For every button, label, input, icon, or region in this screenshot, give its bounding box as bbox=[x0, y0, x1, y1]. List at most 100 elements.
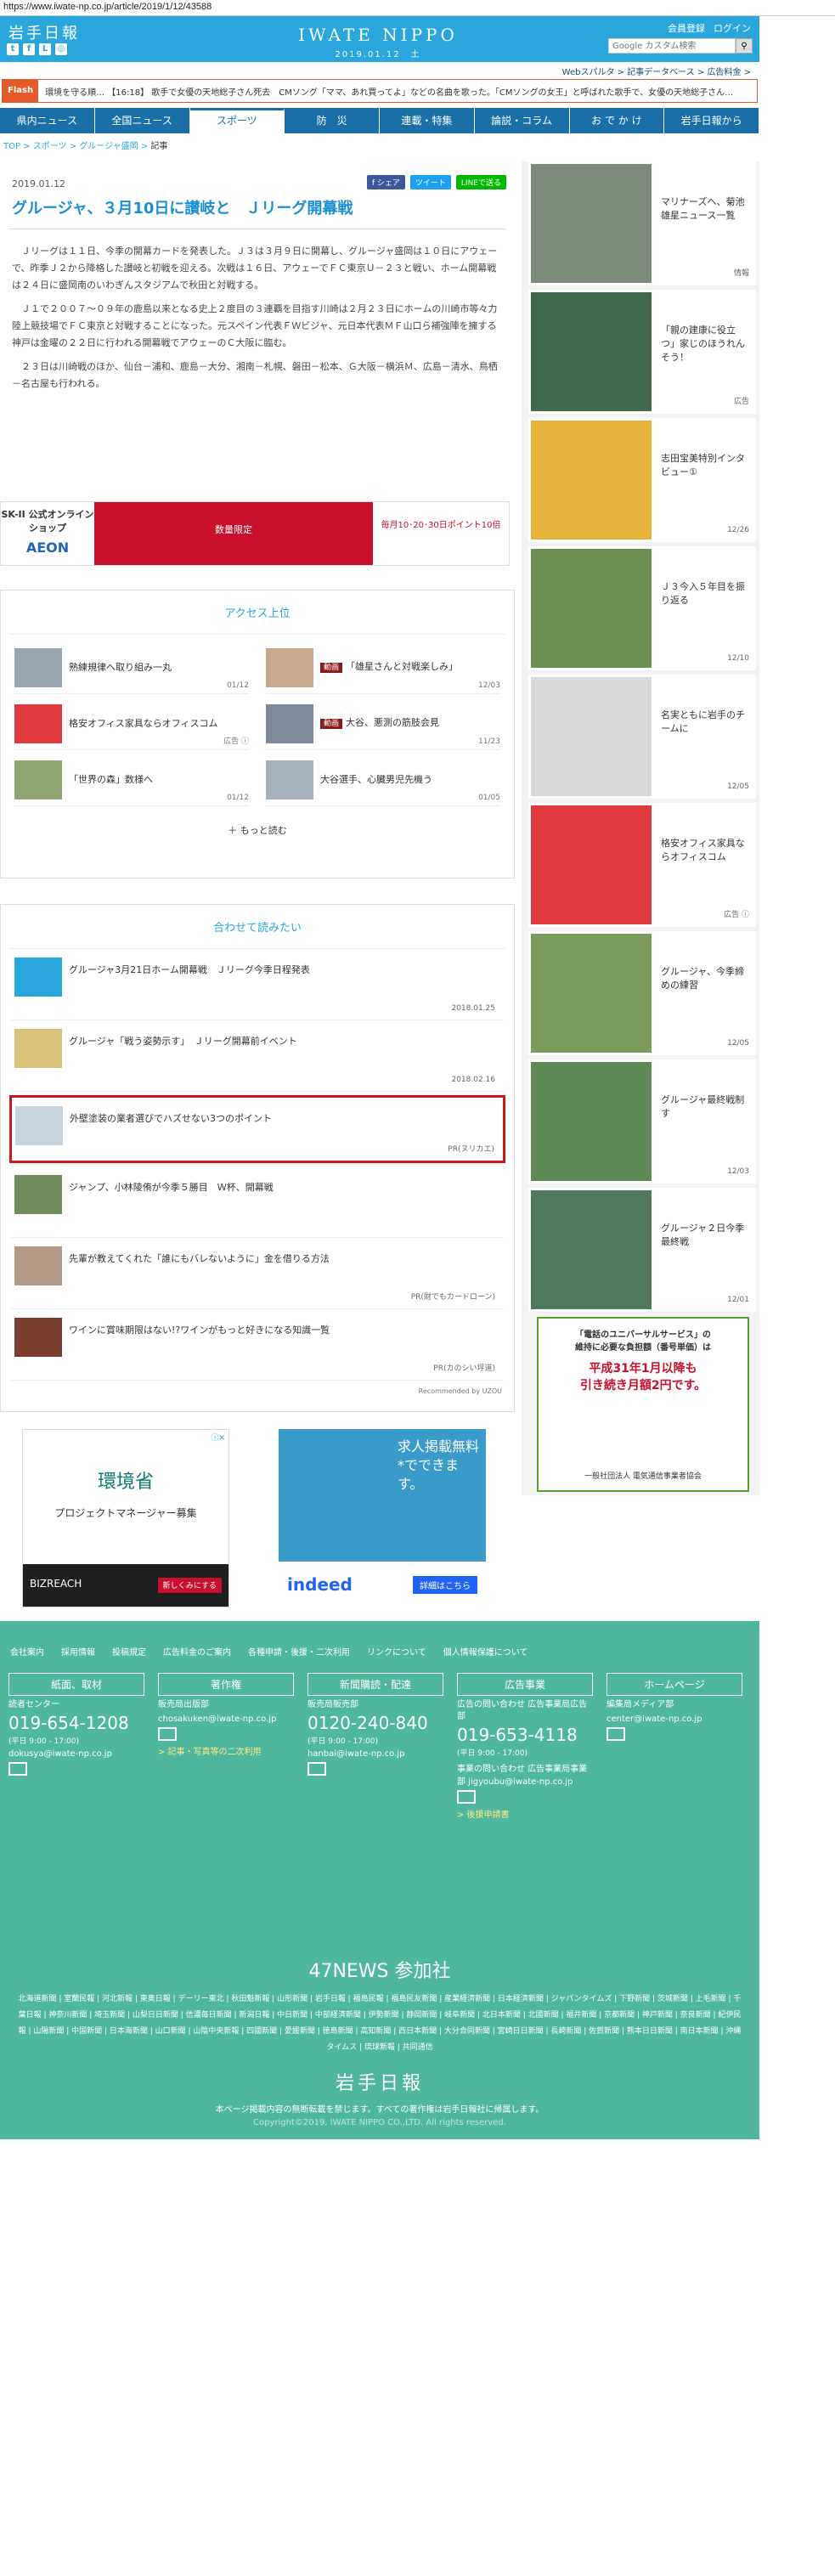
mail-address[interactable]: hanbai@iwate-np.co.jp bbox=[307, 1749, 443, 1759]
sidebar-item[interactable]: マリナーズへ、菊池雄星ニュース一覧 情報 bbox=[528, 161, 756, 285]
secondary-use-link[interactable]: > 記事・写真等の二次利用 bbox=[158, 1744, 294, 1757]
sidebar-item[interactable]: グルージャ２日今季最終戦 12/01 bbox=[528, 1188, 756, 1312]
related-thumb bbox=[14, 1175, 62, 1214]
footer-link[interactable]: 採用情報 bbox=[61, 1645, 95, 1658]
mail-address[interactable]: center@iwate-np.co.jp bbox=[607, 1715, 742, 1724]
ranking-date: 広告 ⓘ bbox=[223, 737, 249, 746]
footer-col: 広告事業 広告の問い合わせ 広告事業局広告部 019-653-4118 (平日 … bbox=[457, 1673, 593, 1820]
sidebar-thumb bbox=[531, 421, 652, 539]
footer-col-head: 著作権 bbox=[158, 1673, 294, 1696]
env-ad-cta[interactable]: 新しくみにする bbox=[157, 1578, 222, 1593]
phone-number[interactable]: 0120-240-840 bbox=[307, 1713, 443, 1733]
mail-icon[interactable] bbox=[607, 1727, 625, 1741]
nav-series[interactable]: 連載・特集 bbox=[380, 108, 475, 133]
nav-bousai[interactable]: 防 災 bbox=[285, 108, 380, 133]
ranking-item[interactable]: 動画 大谷、悪測の筋肢会見 11/23 bbox=[266, 698, 500, 750]
sidebar-item[interactable]: Ｊ３今入５年目を振り返る 12/10 bbox=[528, 546, 756, 670]
mail-icon[interactable] bbox=[158, 1727, 177, 1741]
ranking-item[interactable]: 「世界の森」数様へ 01/12 bbox=[14, 754, 249, 806]
related-item-highlighted[interactable]: 外壁塗装の業者選びでハズせない3つのポイント PR(ヌリカエ) bbox=[9, 1095, 505, 1163]
sidebar-item[interactable]: グルージャ最終戦制す 12/03 bbox=[528, 1059, 756, 1183]
search-input[interactable] bbox=[608, 38, 736, 54]
env-ad[interactable]: ⓘ✕ 環境省 プロジェクトマネージャー募集 BIZREACH 新しくみにする bbox=[22, 1429, 229, 1607]
nav-odekake[interactable]: お で か け bbox=[570, 108, 665, 133]
nav-from-nippo[interactable]: 岩手日報から bbox=[664, 108, 759, 133]
sidebar-date: 12/03 bbox=[727, 1167, 749, 1176]
footer-link[interactable]: リンクについて bbox=[367, 1645, 426, 1658]
related-item[interactable]: ジャンプ、小林陵侑が今季５勝目 Ｗ杯、開幕戦 bbox=[11, 1167, 504, 1238]
ranking-thumb bbox=[14, 760, 62, 799]
sidebar-item[interactable]: 格安オフィス家具ならオフィスコム 広告 ⓘ bbox=[528, 803, 756, 927]
tweet-button[interactable]: ツイート bbox=[409, 175, 451, 189]
related-item[interactable]: 先輩が教えてくれた「誰にもバレないように」金を借りる方法 PR(財でもカードローン… bbox=[11, 1238, 504, 1309]
ranking-item[interactable]: 熟練規律へ取り組み一丸 01/12 bbox=[14, 641, 249, 694]
breadcrumb-grulla[interactable]: グルージャ盛岡 bbox=[79, 142, 138, 151]
uniad-line2: 維持に必要な負担額（番号単価）は bbox=[575, 1343, 711, 1353]
brand-name[interactable]: IWATE NIPPO bbox=[297, 25, 459, 45]
video-tag: 動画 bbox=[320, 719, 343, 729]
twitter-icon[interactable]: t bbox=[7, 43, 19, 55]
related-item[interactable]: ワインに賞味期限はない!?ワインがもっと好きになる知識一覧 PR(カのシい坪道) bbox=[11, 1309, 504, 1381]
mail-address[interactable]: dokusya@iwate-np.co.jp bbox=[8, 1749, 144, 1759]
footer-link[interactable]: 広告料金のご案内 bbox=[163, 1645, 231, 1658]
nav-national[interactable]: 全国ニュース bbox=[95, 108, 190, 133]
sidebar-item[interactable]: 「親の建康に役立つ」家じのほうれんそう！ 広告 bbox=[528, 290, 756, 414]
site-logo[interactable]: 岩手日報 bbox=[8, 21, 80, 43]
related-item[interactable]: グルージャ「戦う姿勢示す」 Ｊリーグ開幕前イベント 2018.02.16 bbox=[11, 1020, 504, 1092]
recommended-by[interactable]: Recommended by UZOU bbox=[1, 1381, 514, 1402]
footer-link[interactable]: 投稿規定 bbox=[112, 1645, 146, 1658]
indeed-cta[interactable]: 詳細はこちら bbox=[413, 1575, 477, 1594]
login-link[interactable]: ログイン bbox=[714, 21, 751, 35]
mail-address[interactable]: 事業の問い合わせ 広告事業局事業部 jigyoubu@iwate-np.co.j… bbox=[457, 1761, 593, 1787]
subnav-adrates[interactable]: 広告料金 > bbox=[707, 68, 751, 77]
nav-column[interactable]: 論説・コラム bbox=[475, 108, 570, 133]
subnav-webspa[interactable]: Webスパルタ > bbox=[562, 68, 624, 77]
env-ad-sub: プロジェクトマネージャー募集 bbox=[54, 1507, 197, 1519]
footer-contacts: 紙面、取材 読者センター 019-654-1208 (平日 9:00 - 17:… bbox=[0, 1673, 759, 1820]
member-register-link[interactable]: 会員登録 bbox=[668, 21, 705, 35]
phone-number[interactable]: 019-654-1208 bbox=[8, 1713, 144, 1733]
mail-address[interactable]: chosakuken@iwate-np.co.jp bbox=[158, 1715, 294, 1724]
line-share-button[interactable]: LINEで送る bbox=[455, 175, 506, 189]
footer-col-sub: 販売局出版部 bbox=[158, 1700, 209, 1709]
more-button[interactable]: ＋ もっと読む bbox=[1, 813, 514, 849]
footer-logo[interactable]: 岩手日報 bbox=[0, 2068, 759, 2095]
flash-news: Flash 環境を守る順… 【16:18】 歌手で女優の天地総子さん死去 CMソ… bbox=[2, 79, 758, 103]
footer-link[interactable]: 各種申請・後援・二次利用 bbox=[248, 1645, 350, 1658]
sponsor-request-link[interactable]: > 後援申請書 bbox=[457, 1807, 593, 1820]
facebook-share-button[interactable]: f シェア bbox=[366, 175, 405, 189]
footer-link[interactable]: 会社案内 bbox=[10, 1645, 44, 1658]
mail-icon[interactable] bbox=[307, 1762, 326, 1776]
related-item[interactable]: グルージャ3月21日ホーム開幕戦 Ｊリーグ今季日程発表 2018.01.25 bbox=[11, 949, 504, 1020]
breadcrumb-sports[interactable]: スポーツ bbox=[33, 142, 67, 151]
phone-number[interactable]: 019-653-4118 bbox=[457, 1725, 593, 1745]
mail-icon[interactable] bbox=[8, 1762, 27, 1776]
nav-sports[interactable]: スポーツ bbox=[189, 108, 285, 133]
facebook-icon[interactable]: f bbox=[23, 43, 35, 55]
flash-text[interactable]: 環境を守る順… 【16:18】 歌手で女優の天地総子さん死去 CMソング「ママ、… bbox=[45, 85, 733, 98]
sidebar-item[interactable]: グルージャ、今季締めの練習 12/05 bbox=[528, 931, 756, 1055]
ranking-item[interactable]: 大谷選手、心臓男児先機う 01/05 bbox=[266, 754, 500, 806]
banner-ad[interactable]: SK-II 公式オンラインショップ AEON 数量限定 毎月10･20･30日ポ… bbox=[0, 501, 510, 566]
member-papers[interactable]: 北海道新聞 | 室蘭民報 | 河北新報 | 東奥日報 | デーリー東北 | 秋田… bbox=[0, 1983, 759, 2056]
ranking-item[interactable]: 格安オフィス家具ならオフィスコム 広告 ⓘ bbox=[14, 698, 249, 750]
related-text: 外壁塗装の業者選びでハズせない3つのポイント bbox=[70, 1113, 272, 1124]
sidebar-item[interactable]: 志田宝美特別インタビュー① 12/26 bbox=[528, 418, 756, 542]
instagram-icon[interactable]: ◎ bbox=[55, 43, 67, 55]
breadcrumb-top[interactable]: TOP bbox=[3, 142, 20, 151]
footer-link[interactable]: 個人情報保護について bbox=[443, 1645, 528, 1658]
line-icon[interactable]: L bbox=[39, 43, 51, 55]
related-date: PR(ヌリカエ) bbox=[448, 1145, 494, 1154]
universal-service-ad[interactable]: 「電話のユニバーサルサービス」の 維持に必要な負担額（番号単価）は 平成31年1… bbox=[537, 1317, 749, 1492]
nav-local[interactable]: 県内ニュース bbox=[0, 108, 95, 133]
mail-icon[interactable] bbox=[457, 1790, 476, 1804]
subnav-database[interactable]: 記事データベース > bbox=[627, 68, 704, 77]
search-button[interactable]: ⚲ bbox=[736, 38, 753, 54]
ranking-item[interactable]: 動画 「雄星さんと対戦楽しみ」 12/03 bbox=[266, 641, 500, 694]
uniad-line4: 引き続き月額2円です。 bbox=[579, 1379, 707, 1393]
url-bar[interactable]: https://www.iwate-np.co.jp/article/2019/… bbox=[0, 0, 835, 16]
related-thumb bbox=[14, 1246, 62, 1285]
ad-choices-icon[interactable]: ⓘ✕ bbox=[23, 1430, 228, 1444]
indeed-ad[interactable]: 求人掲載無料*でできます。 indeed 詳細はこちら bbox=[279, 1429, 486, 1607]
sidebar-item[interactable]: 名実ともに岩手のチームに 12/05 bbox=[528, 675, 756, 799]
